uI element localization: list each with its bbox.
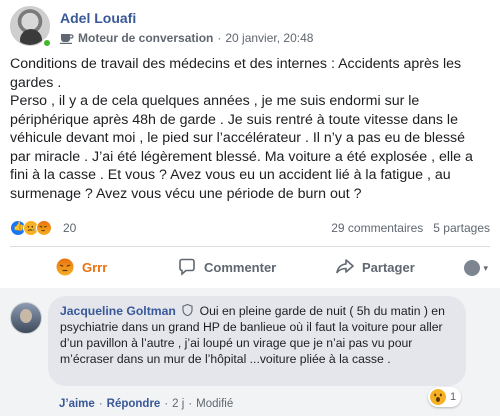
separator-dot: · [164, 398, 169, 410]
reactions-summary: 20 29 commentaires 5 partages [10, 219, 490, 239]
comment-actions: J’aime · Répondre · 2 j · Modifié [59, 398, 233, 410]
share-button[interactable]: Partager [336, 258, 415, 276]
post-paragraph: Conditions de travail des médecins et de… [10, 56, 462, 91]
comment-author-name[interactable]: Jacqueline Goltman [60, 304, 176, 318]
separator-dot: · [188, 398, 193, 410]
comment-button[interactable]: Commenter [178, 258, 276, 276]
angry-icon [36, 220, 52, 236]
share-icon [336, 259, 354, 274]
reaction-button[interactable]: Grrr [56, 258, 107, 276]
online-status-dot [42, 38, 52, 48]
viewer-avatar [464, 260, 481, 276]
reaction-button-label: Grrr [82, 259, 108, 275]
meta-separator: · [217, 31, 222, 45]
chevron-down-icon: ▾ [483, 262, 488, 273]
post-header: Adel Louafi Moteur de conversation · 20 … [10, 6, 490, 50]
separator-dot: · [98, 398, 103, 410]
comment-reply-link[interactable]: Répondre [107, 398, 161, 410]
comment-reaction-badge[interactable]: 1 [428, 387, 462, 407]
comment-age[interactable]: 2 j [172, 398, 184, 410]
comments-count[interactable]: 29 commentaires [331, 221, 423, 235]
post-author-name[interactable]: Adel Louafi [60, 10, 136, 26]
divider [10, 246, 490, 247]
engagement-counts: 29 commentaires 5 partages [331, 221, 490, 235]
wow-icon [430, 389, 446, 405]
share-button-label: Partager [362, 259, 415, 275]
comment-icon [179, 258, 195, 276]
post-actions: Grrr Commenter Partager ▾ [10, 254, 490, 284]
shares-count[interactable]: 5 partages [433, 221, 490, 235]
reaction-icons[interactable] [10, 220, 52, 236]
comment-like-link[interactable]: J’aime [59, 398, 95, 410]
comment-content: Jacqueline Goltman Oui en pleine garde d… [60, 303, 460, 367]
angry-icon [56, 258, 74, 276]
post-paragraph: Perso , il y a de cela quelques années ,… [10, 93, 473, 202]
comment-reaction-count: 1 [450, 391, 457, 403]
post-body: Conditions de travail des médecins et de… [10, 55, 488, 203]
shield-icon [182, 304, 193, 316]
group-name-link[interactable]: Moteur de conversation [78, 31, 213, 45]
commenter-avatar[interactable] [10, 302, 42, 334]
reaction-count[interactable]: 20 [63, 221, 76, 235]
post-timestamp[interactable]: 20 janvier, 20:48 [225, 31, 313, 45]
comment-button-label: Commenter [204, 259, 277, 275]
comment-edited-label[interactable]: Modifié [196, 398, 233, 410]
post-meta: Moteur de conversation · 20 janvier, 20:… [60, 31, 313, 45]
post-as-selector[interactable]: ▾ [464, 260, 488, 276]
coffee-icon [60, 34, 74, 44]
